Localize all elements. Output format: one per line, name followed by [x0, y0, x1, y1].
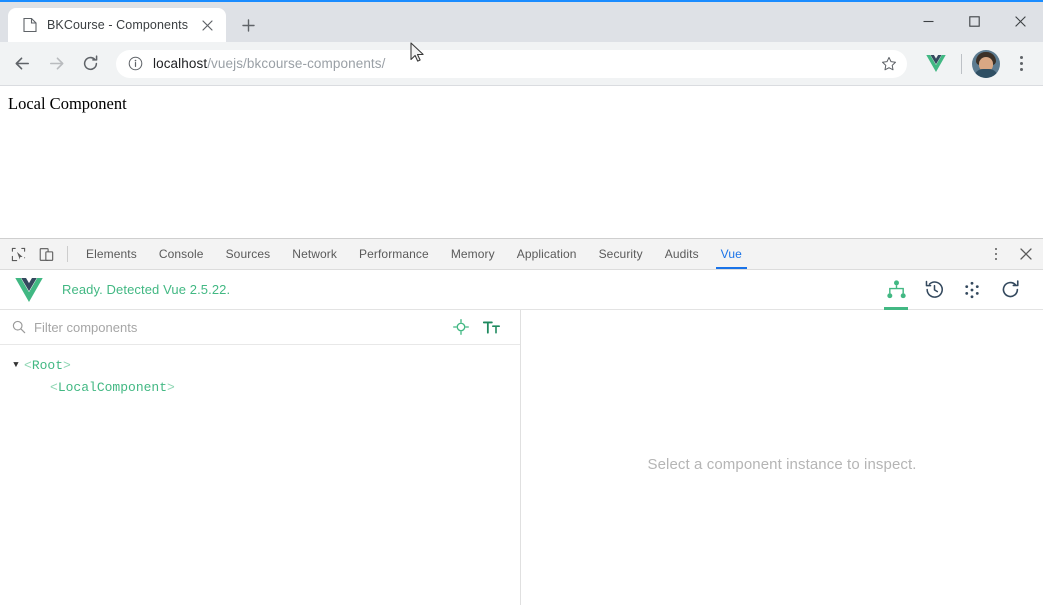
devtools-more-icon[interactable]: [983, 239, 1009, 269]
close-button[interactable]: [997, 2, 1043, 40]
page-title: Local Component: [8, 94, 127, 113]
devtools-tab-bar: Elements Console Sources Network Perform…: [0, 239, 1043, 270]
star-icon[interactable]: [877, 52, 901, 76]
inspect-element-icon[interactable]: [4, 239, 32, 269]
tab-title: BKCourse - Components: [47, 18, 189, 32]
filter-components-input[interactable]: [34, 319, 446, 335]
vue-logo: [14, 275, 44, 305]
device-toolbar-icon[interactable]: [32, 239, 60, 269]
devtools-tab-memory[interactable]: Memory: [440, 239, 506, 269]
devtools-tab-audits[interactable]: Audits: [654, 239, 710, 269]
devtools-tab-performance[interactable]: Performance: [348, 239, 440, 269]
component-tree-icon[interactable]: [877, 270, 915, 310]
page-icon: [22, 17, 38, 33]
window-controls: [905, 2, 1043, 40]
vue-panel-header: Ready. Detected Vue 2.5.22.: [0, 270, 1043, 310]
close-icon[interactable]: [198, 16, 216, 34]
devtools-tab-sources[interactable]: Sources: [215, 239, 282, 269]
avatar[interactable]: [972, 49, 1000, 78]
devtools-close-icon[interactable]: [1009, 239, 1043, 269]
browser-window: BKCourse - Components localhost/vuejs/bk…: [0, 0, 1043, 605]
devtools-tab-console[interactable]: Console: [148, 239, 215, 269]
component-tree: ▼ <Root> ▼ <LocalComponent>: [0, 345, 520, 605]
inspector-empty-message: Select a component instance to inspect.: [647, 456, 917, 473]
vue-status-text: Ready. Detected Vue 2.5.22.: [62, 282, 231, 297]
minimize-button[interactable]: [905, 2, 951, 40]
vue-panel-body: ▼ <Root> ▼ <LocalComponent> Select a com…: [0, 310, 1043, 605]
refresh-icon[interactable]: [991, 270, 1029, 310]
reload-icon[interactable]: [74, 48, 106, 80]
component-tree-pane: ▼ <Root> ▼ <LocalComponent>: [0, 310, 521, 605]
events-icon[interactable]: [953, 270, 991, 310]
devtools-panel: Elements Console Sources Network Perform…: [0, 238, 1043, 605]
back-arrow-icon[interactable]: [6, 48, 38, 80]
devtools-tab-network[interactable]: Network: [281, 239, 348, 269]
devtools-tab-elements[interactable]: Elements: [75, 239, 148, 269]
devtools-tabbar-spacer: [753, 239, 983, 269]
devtools-tab-vue[interactable]: Vue: [710, 239, 753, 269]
title-bar: BKCourse - Components: [0, 2, 1043, 42]
new-tab-button[interactable]: [234, 11, 262, 39]
tree-item-localcomponent[interactable]: ▼ <LocalComponent>: [0, 376, 520, 398]
component-inspector-pane: Select a component instance to inspect.: [521, 310, 1043, 605]
url-host: localhost: [153, 56, 208, 71]
forward-arrow-icon[interactable]: [40, 48, 72, 80]
info-circle-icon[interactable]: [126, 55, 144, 73]
devtools-toolbar-divider: [67, 246, 68, 262]
address-bar[interactable]: localhost/vuejs/bkcourse-components/: [116, 49, 907, 78]
url-path: /vuejs/bkcourse-components/: [207, 56, 386, 71]
filter-bar: [0, 310, 520, 345]
tree-item-root[interactable]: ▼ <Root>: [0, 354, 520, 376]
page-viewport: Local Component: [0, 86, 1043, 236]
text-format-icon[interactable]: [476, 312, 506, 342]
tab-strip: BKCourse - Components: [0, 2, 905, 42]
url-text: localhost/vuejs/bkcourse-components/: [153, 56, 877, 71]
maximize-button[interactable]: [951, 2, 997, 40]
vue-extension-icon[interactable]: [921, 49, 951, 79]
select-component-icon[interactable]: [446, 312, 476, 342]
devtools-tab-application[interactable]: Application: [506, 239, 588, 269]
component-name: Root: [31, 357, 64, 373]
time-travel-icon[interactable]: [915, 270, 953, 310]
component-name: LocalComponent: [57, 379, 168, 395]
chevron-down-icon[interactable]: ▼: [8, 360, 24, 370]
toolbar-divider: [961, 53, 962, 74]
browser-tab-bkcourse[interactable]: BKCourse - Components: [8, 8, 226, 42]
tree-item-label: <Root>: [24, 357, 71, 373]
devtools-tab-security[interactable]: Security: [588, 239, 654, 269]
search-icon: [10, 318, 28, 336]
kebab-menu-icon[interactable]: [1007, 49, 1035, 79]
browser-toolbar: localhost/vuejs/bkcourse-components/: [0, 42, 1043, 86]
tree-item-label: <LocalComponent>: [50, 379, 175, 395]
